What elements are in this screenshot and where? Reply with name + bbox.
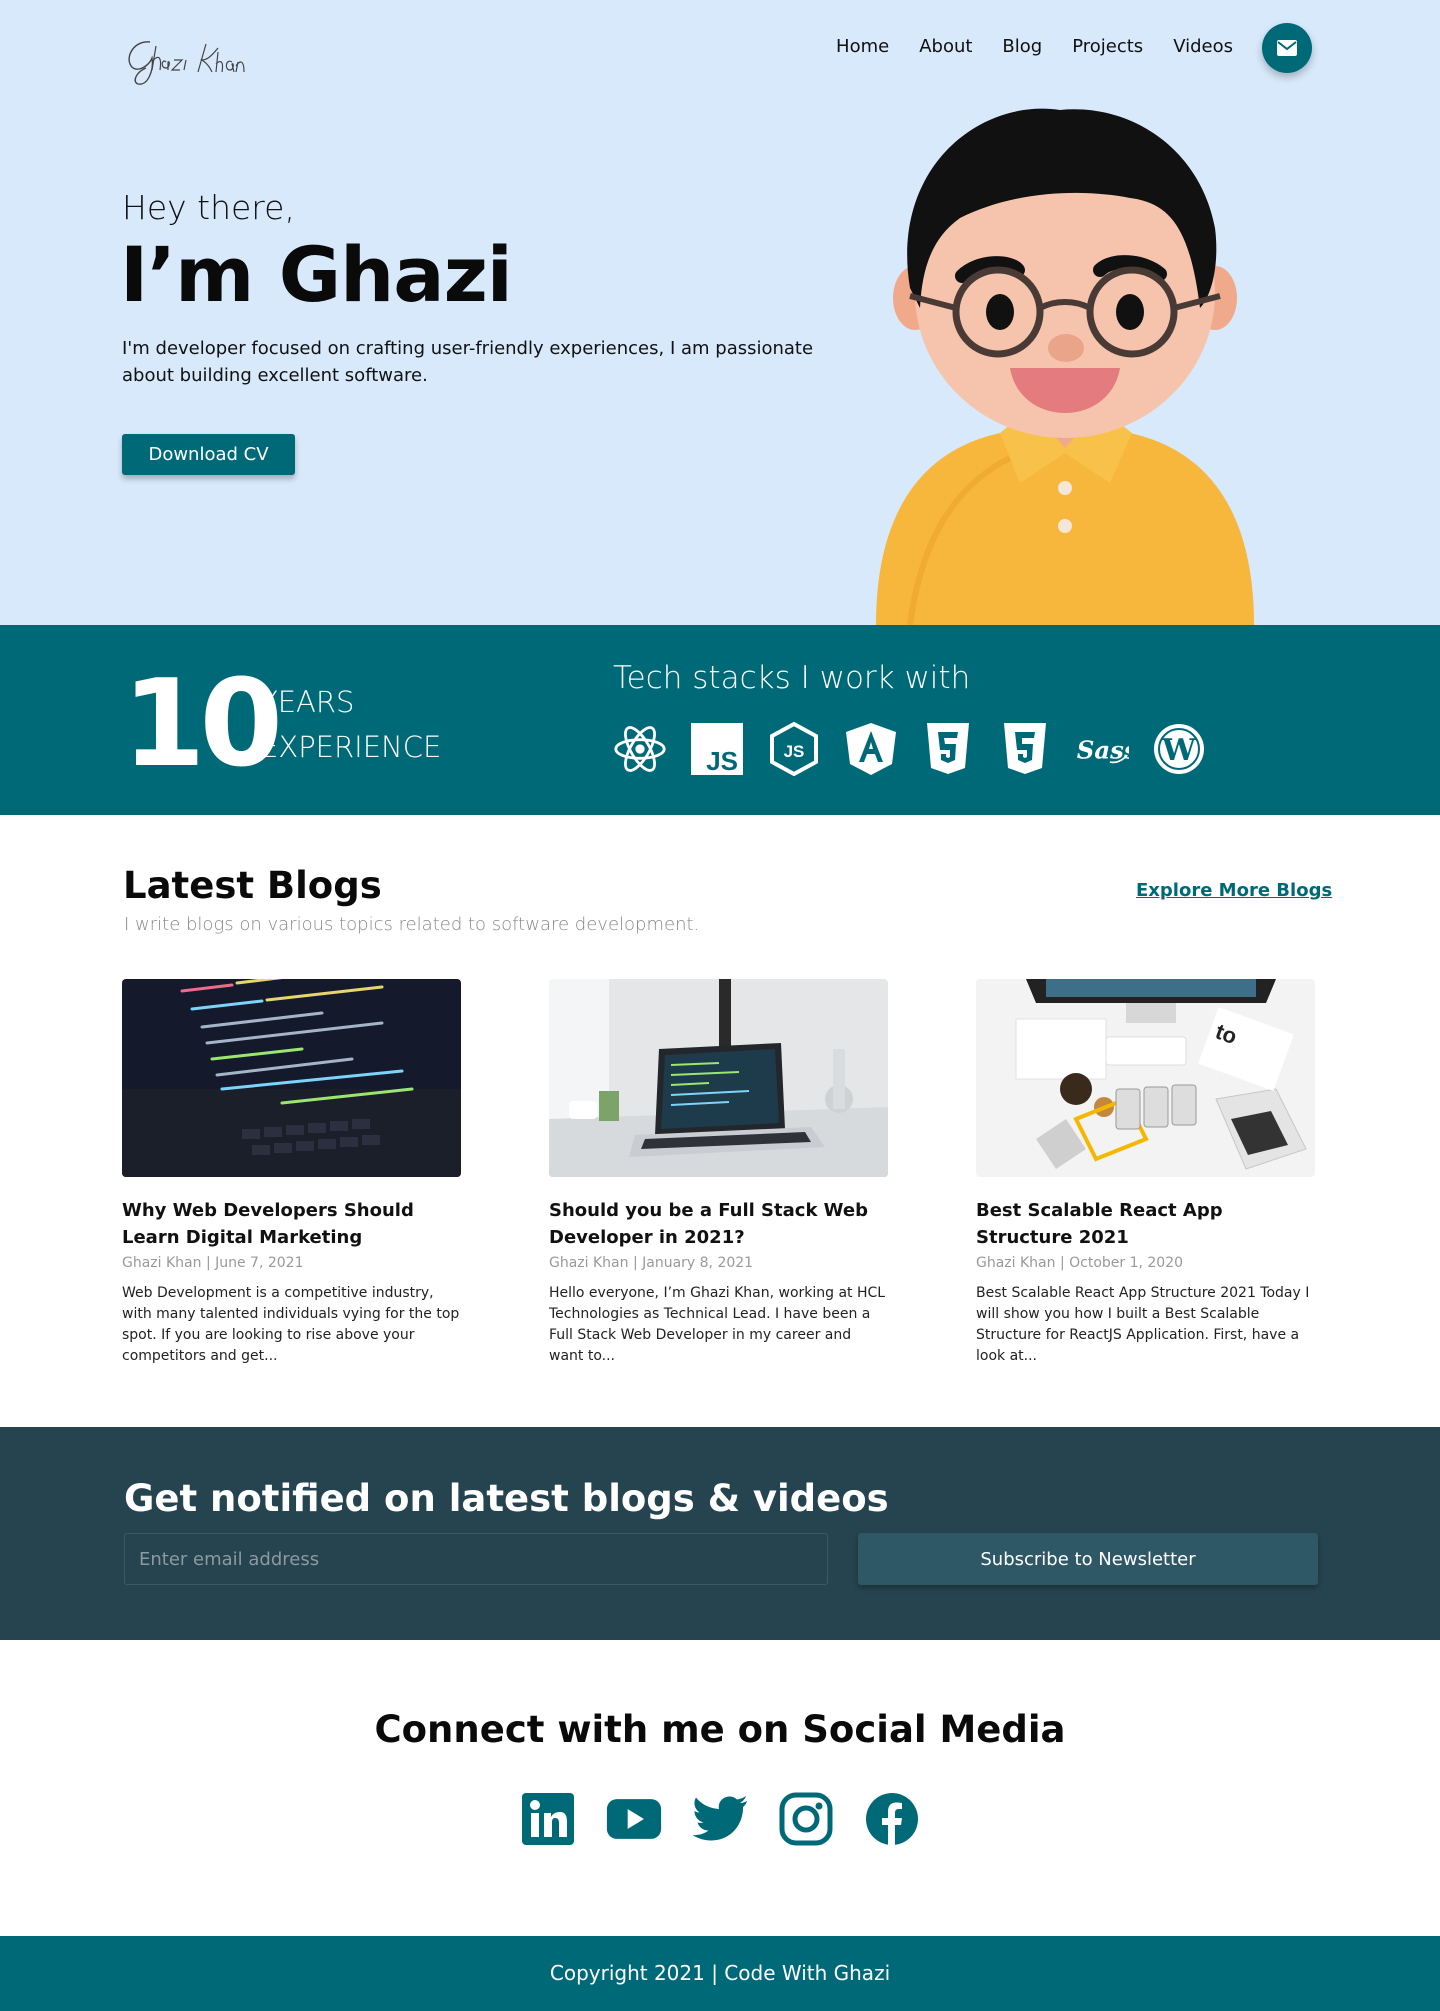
nav-link-videos[interactable]: Videos (1173, 36, 1233, 57)
blog-thumbnail-desk-topview[interactable]: to (976, 979, 1315, 1177)
nav-link-home[interactable]: Home (836, 36, 889, 57)
blog-meta: Ghazi Khan | June 7, 2021 (122, 1255, 304, 1271)
svg-text:JS: JS (784, 742, 805, 761)
youtube-icon[interactable] (606, 1791, 662, 1847)
social-title: Connect with me on Social Media (374, 1708, 1066, 1751)
tech-stack-title: Tech stacks I work with (613, 660, 971, 696)
linkedin-icon[interactable] (520, 1791, 576, 1847)
years-number: 10 (122, 655, 283, 794)
html5-icon (921, 722, 975, 776)
javascript-icon: JS (690, 722, 744, 776)
nav-link-about[interactable]: About (919, 36, 972, 57)
sass-icon: Sass (1075, 722, 1129, 776)
blog-excerpt: Best Scalable React App Structure 2021 T… (976, 1285, 1310, 1364)
newsletter-title: Get notified on latest blogs & videos (124, 1477, 889, 1520)
hero-intro: I'm developer focused on crafting user-f… (122, 338, 814, 386)
svg-text:W: W (1161, 733, 1197, 768)
instagram-icon[interactable] (778, 1791, 834, 1847)
tech-stack-icons: JS JS Sas W (613, 722, 1206, 776)
hero-name: I’m Ghazi (120, 230, 513, 319)
site-footer: Copyright 2021 | Code With Ghazi (0, 1936, 1440, 2011)
site-logo[interactable] (122, 24, 262, 90)
wordpress-icon: W (1152, 722, 1206, 776)
nav-link-projects[interactable]: Projects (1072, 36, 1143, 57)
years-label-line1: YEARS (260, 685, 355, 719)
main-nav: Home About Blog Projects Videos (836, 36, 1233, 57)
angular-icon (844, 722, 898, 776)
react-icon (613, 722, 667, 776)
blog-excerpt: Hello everyone, I’m Ghazi Khan, working … (549, 1285, 886, 1364)
blogs-subtitle: I write blogs on various topics related … (124, 914, 700, 935)
nav-link-blog[interactable]: Blog (1002, 36, 1042, 57)
svg-text:JS: JS (706, 746, 738, 776)
contact-mail-button[interactable] (1262, 23, 1312, 73)
css3-icon (998, 722, 1052, 776)
hero-greeting: Hey there, (122, 188, 295, 227)
copyright-text: Copyright 2021 | Code With Ghazi (549, 1961, 891, 1985)
blog-meta: Ghazi Khan | October 1, 2020 (976, 1255, 1184, 1271)
explore-more-blogs-link[interactable]: Explore More Blogs (1136, 880, 1332, 901)
signature-logo-art (128, 41, 245, 85)
newsletter-section: Get notified on latest blogs & videos Su… (0, 1427, 1440, 1640)
facebook-icon[interactable] (864, 1791, 920, 1847)
blog-card[interactable]: Why Web Developers Should Learn Digital … (122, 979, 462, 1367)
nodejs-icon: JS (767, 722, 821, 776)
twitter-icon[interactable] (692, 1791, 748, 1847)
experience-section: 10 YEARS EXPERIENCE Tech stacks I work w… (0, 625, 1440, 815)
blog-excerpt: Web Development is a competitive industr… (122, 1285, 460, 1364)
blog-title[interactable]: Best Scalable React App Structure 2021 (976, 1197, 1316, 1251)
social-icons (520, 1791, 920, 1847)
blog-title[interactable]: Should you be a Full Stack Web Developer… (549, 1197, 889, 1251)
blog-meta: Ghazi Khan | January 8, 2021 (549, 1255, 754, 1271)
blog-card[interactable]: Should you be a Full Stack Web Developer… (549, 979, 889, 1367)
years-label: YEARS EXPERIENCE (260, 680, 441, 770)
mail-icon (1277, 40, 1297, 56)
subscribe-button[interactable]: Subscribe to Newsletter (858, 1533, 1318, 1585)
hero-section: Home About Blog Projects Videos Hey ther… (0, 0, 1440, 625)
blog-card[interactable]: to Best Scalable React App Structure 202… (976, 979, 1316, 1367)
blogs-title: Latest Blogs (123, 864, 382, 907)
blog-thumbnail-laptop-desk[interactable] (549, 979, 888, 1177)
avatar-illustration (870, 108, 1260, 625)
download-cv-button[interactable]: Download CV (122, 434, 295, 475)
blog-thumbnail-code-screen[interactable] (122, 979, 461, 1177)
years-label-line2: EXPERIENCE (260, 730, 442, 764)
email-input[interactable] (124, 1533, 828, 1585)
blog-title[interactable]: Why Web Developers Should Learn Digital … (122, 1197, 462, 1251)
